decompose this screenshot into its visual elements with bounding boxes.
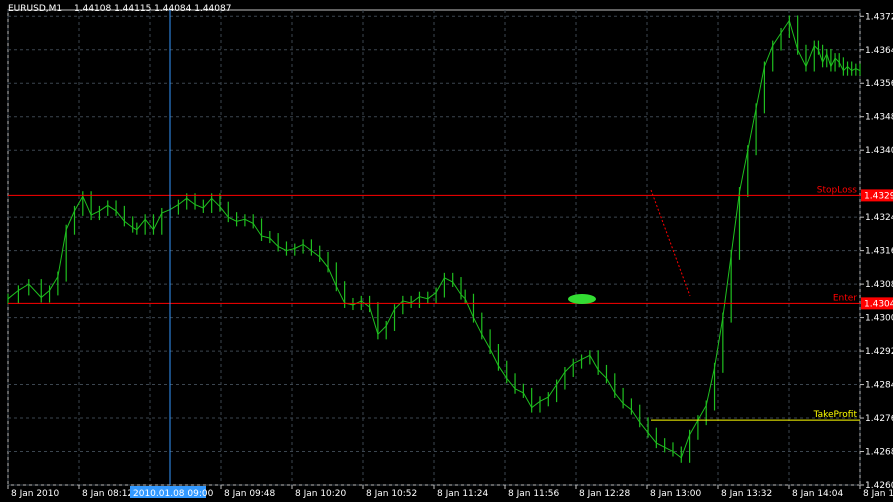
ohlc-label: 1.44108 1.44115 1.44084 1.44087 [74, 4, 231, 14]
symbol-label: EURUSD,M1 [8, 4, 62, 14]
price-tick-label: 1.4348 [865, 113, 893, 123]
price-tick-label: 1.4364 [865, 46, 893, 56]
time-tick-label: 8 Jan 14:36 [863, 489, 893, 499]
time-tick-label: 8 Jan 09:48 [224, 489, 276, 499]
price-tick-label: 1.4292 [865, 347, 893, 357]
time-tick-label: 8 Jan 13:32 [721, 489, 772, 499]
price-tick-label: 1.4372 [865, 12, 893, 22]
time-tick-label: 8 Jan 10:20 [295, 489, 347, 499]
crosshair-time-label: 2010.01.08 09:00 [133, 489, 214, 499]
price-tick-label: 1.4324 [865, 213, 893, 223]
price-tick-label: 1.4316 [865, 247, 893, 257]
chart-window[interactable]: StopLoss 1.4329 Enter 1.4304 TakeProfit 1.43… [0, 0, 893, 502]
time-tick-label: 8 Jan 2010 [11, 489, 59, 499]
time-tick-label: 8 Jan 08:12 [82, 489, 133, 499]
level-label-takeprofit: TakeProfit [813, 410, 858, 420]
entry-marker[interactable] [568, 294, 596, 304]
time-tick-label: 8 Jan 14:04 [792, 489, 844, 499]
price-tick-label: 1.4276 [865, 414, 893, 424]
price-axis[interactable]: 1.4372 1.4364 1.4356 1.4348 1.4340 1.4324 1.43… [860, 12, 893, 491]
price-tick-label: 1.4268 [865, 448, 893, 458]
time-tick-label: 8 Jan 10:52 [366, 489, 417, 499]
level-price-label: 1.4304 [864, 299, 893, 309]
price-tick-label: 1.4356 [865, 79, 893, 89]
level-label-stoploss: StopLoss [817, 185, 858, 195]
time-tick-label: 8 Jan 11:56 [508, 489, 560, 499]
price-tick-label: 1.4300 [865, 314, 893, 324]
level-label-enter: Enter [833, 293, 857, 303]
price-chart[interactable]: StopLoss 1.4329 Enter 1.4304 TakeProfit 1.43… [0, 0, 893, 502]
time-tick-label: 8 Jan 12:28 [579, 489, 631, 499]
level-price-label: 1.4329 [864, 191, 893, 201]
time-tick-label: 8 Jan 13:00 [650, 489, 702, 499]
price-tick-label: 1.4340 [865, 146, 893, 156]
price-tick-label: 1.4284 [865, 381, 893, 391]
time-tick-label: 8 Jan 11:24 [437, 489, 489, 499]
trendline[interactable] [650, 189, 691, 297]
price-tick-label: 1.4308 [865, 280, 893, 290]
